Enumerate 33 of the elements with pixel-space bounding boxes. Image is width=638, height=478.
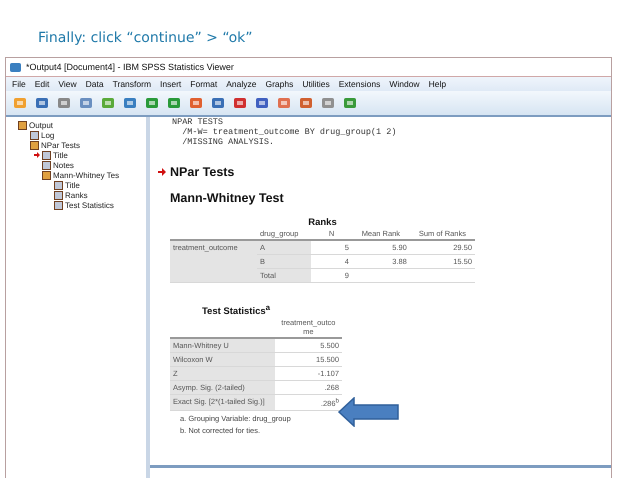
arrow-icon — [158, 168, 166, 176]
tree-item[interactable]: Title — [53, 150, 68, 160]
menu-item[interactable]: Data — [82, 79, 109, 89]
menu-item[interactable]: File — [8, 79, 31, 89]
menu-item[interactable]: Format — [186, 79, 222, 89]
menu-item[interactable]: Edit — [30, 79, 54, 89]
tree-item[interactable]: NPar Tests — [41, 140, 80, 150]
pointer-arrow — [338, 397, 400, 427]
section-title: NPar Tests — [170, 165, 234, 179]
menu-item[interactable]: Transform — [108, 79, 156, 89]
menu-item[interactable]: Help — [424, 79, 452, 89]
square-icon[interactable] — [320, 95, 336, 111]
menu-item[interactable]: Window — [385, 79, 425, 89]
tree-item[interactable]: Test Statistics — [65, 200, 114, 210]
menu-item[interactable]: View — [54, 79, 82, 89]
menu-item[interactable]: Insert — [156, 79, 186, 89]
tree-item[interactable]: Output — [29, 120, 54, 130]
tree-item[interactable]: Log — [41, 130, 54, 140]
menu-item[interactable]: Graphs — [261, 79, 298, 89]
slide-heading: Finally: click “continue” > “ok” — [37, 29, 254, 48]
tree-item[interactable]: Title — [65, 180, 80, 190]
table-title: Ranks — [307, 217, 338, 228]
menu-item[interactable]: Extensions — [334, 79, 386, 89]
tree-item[interactable]: Ranks — [65, 190, 88, 200]
tree-item[interactable]: Notes — [53, 160, 74, 170]
menu-item[interactable]: Utilities — [298, 79, 335, 89]
tree-item[interactable]: Mann-Whitney Tes — [53, 170, 120, 180]
menu-item[interactable]: Analyze — [222, 79, 262, 89]
test-title: Mann-Whitney Test — [170, 191, 285, 205]
app-icon — [10, 62, 21, 72]
syntax-text: NPAR TESTS /M-W= treatment_outcome BY drug_group(1 2) /MISSING ANALYSIS. — [172, 117, 398, 147]
table-title: Test Statistics$^{a}$ — [200, 303, 272, 318]
window-title: *Output4 [Document4] - IBM SPSS Statistics Viewer — [26, 62, 234, 72]
